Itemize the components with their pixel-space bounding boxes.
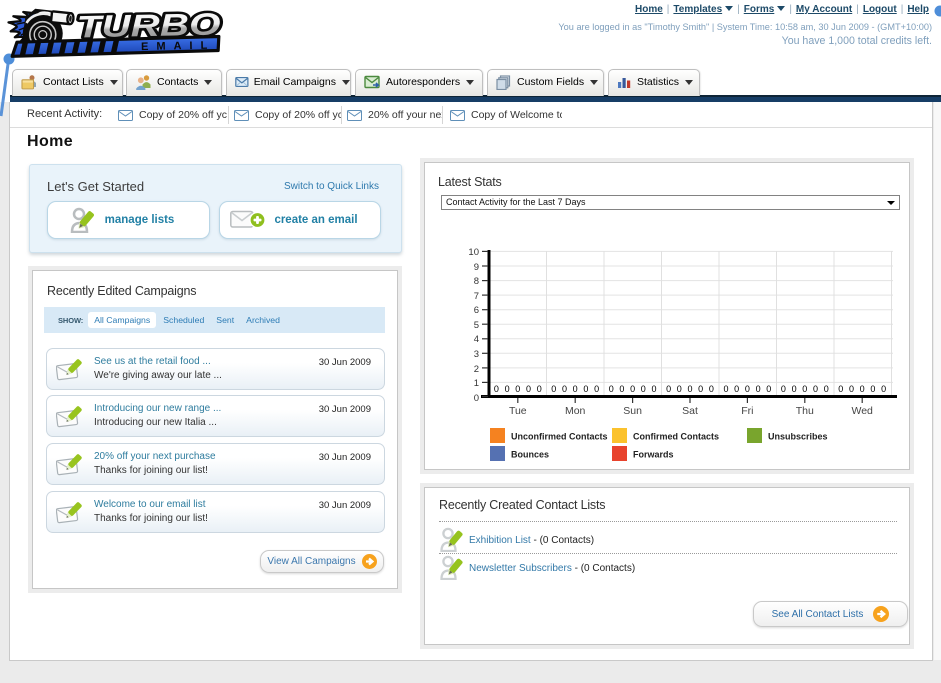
svg-text:9: 9 xyxy=(474,262,479,273)
svg-text:0: 0 xyxy=(537,384,542,394)
svg-text:7: 7 xyxy=(474,291,479,302)
svg-text:Confirmed Contacts: Confirmed Contacts xyxy=(633,432,719,442)
svg-text:2: 2 xyxy=(474,364,479,375)
svg-text:0: 0 xyxy=(526,384,531,394)
svg-text:0: 0 xyxy=(505,384,510,394)
svg-text:0: 0 xyxy=(515,384,520,394)
svg-text:0: 0 xyxy=(474,393,479,404)
svg-text:Unsubscribes: Unsubscribes xyxy=(768,432,828,442)
svg-text:Tue: Tue xyxy=(509,405,527,417)
svg-text:Forwards: Forwards xyxy=(633,450,674,460)
svg-text:EMAIL: EMAIL xyxy=(141,40,215,54)
svg-text:Bounces: Bounces xyxy=(511,450,549,460)
svg-text:3: 3 xyxy=(474,349,479,360)
svg-text:Sat: Sat xyxy=(682,405,698,417)
svg-text:Mon: Mon xyxy=(565,405,586,417)
svg-text:Sun: Sun xyxy=(623,405,642,417)
svg-text:6: 6 xyxy=(474,305,479,316)
svg-text:10: 10 xyxy=(468,247,479,258)
svg-text:8: 8 xyxy=(474,276,479,287)
svg-text:1: 1 xyxy=(474,378,479,389)
svg-text:Thu: Thu xyxy=(796,405,814,417)
svg-text:4: 4 xyxy=(474,334,479,345)
svg-text:5: 5 xyxy=(474,320,479,331)
svg-text:Wed: Wed xyxy=(851,405,873,417)
svg-text:Unconfirmed Contacts: Unconfirmed Contacts xyxy=(511,432,608,442)
svg-text:0: 0 xyxy=(494,384,499,394)
svg-text:Fri: Fri xyxy=(741,405,753,417)
